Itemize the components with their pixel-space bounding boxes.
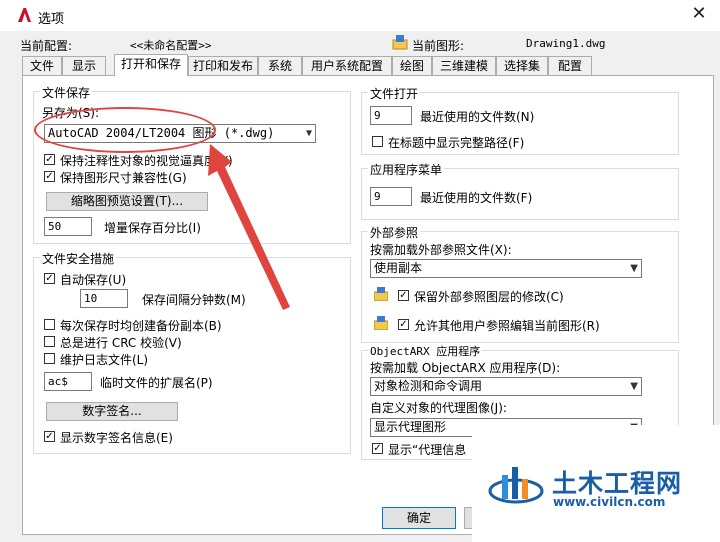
recent-files-label: 最近使用的文件数(N): [420, 110, 535, 124]
crc-check-checkbox[interactable]: [44, 336, 55, 347]
recent-files-input[interactable]: 9: [370, 106, 412, 125]
app-menu-recent-input[interactable]: 9: [370, 187, 412, 206]
log-file-checkbox[interactable]: [44, 353, 55, 364]
tab-3d-modeling[interactable]: 三维建模: [432, 56, 496, 75]
file-save-title: 文件保存: [40, 84, 93, 101]
full-path-checkbox[interactable]: [372, 136, 383, 147]
autosave-minutes-input[interactable]: 10: [80, 289, 128, 308]
tab-user-preferences[interactable]: 用户系统配置: [302, 56, 392, 75]
temp-extension-label: 临时文件的扩展名(P): [100, 376, 213, 390]
thumbnail-preview-button[interactable]: 缩略图预览设置(T)...: [46, 192, 208, 211]
app-menu-group: 应用程序菜单 9 最近使用的文件数(F): [361, 161, 679, 220]
crc-check-label: 总是进行 CRC 校验(V): [60, 336, 182, 350]
drawing-file-icon: [374, 316, 388, 330]
tab-profiles[interactable]: 配置: [548, 56, 592, 75]
arx-demand-load-label: 按需加载 ObjectARX 应用程序(D):: [370, 361, 561, 375]
tab-files[interactable]: 文件: [22, 56, 62, 75]
chevron-down-icon: ▼: [305, 128, 312, 139]
retain-xref-changes-checkbox[interactable]: ✓: [398, 290, 409, 301]
autosave-minutes-label: 保存间隔分钟数(M): [142, 293, 246, 307]
full-path-label: 在标题中显示完整路径(F): [388, 136, 525, 150]
file-open-title: 文件打开: [368, 85, 421, 102]
tab-display[interactable]: 显示: [62, 56, 106, 75]
app-menu-recent-label: 最近使用的文件数(F): [420, 191, 533, 205]
maintain-drawing-size-checkbox[interactable]: ✓: [44, 171, 55, 182]
current-drawing-label: 当前图形:: [412, 39, 465, 53]
current-drawing-value: Drawing1.dwg: [526, 37, 606, 50]
tab-selection[interactable]: 选择集: [496, 56, 548, 75]
window-title: 选项: [38, 12, 65, 27]
file-safety-group: 文件安全措施 ✓ 自动保存(U) 10 保存间隔分钟数(M) 每次保存时均创建备…: [33, 250, 351, 454]
xref-demand-load-label: 按需加载外部参照文件(X):: [370, 243, 512, 257]
tab-system[interactable]: 系统: [258, 56, 302, 75]
tab-open-and-save[interactable]: 打开和保存: [114, 54, 188, 76]
drawing-file-icon: [374, 287, 388, 301]
backup-copy-label: 每次保存时均创建备份副本(B): [60, 319, 222, 333]
watermark-url: www.civilcn.com: [553, 495, 666, 509]
display-signature-label: 显示数字签名信息(E): [60, 431, 173, 445]
tab-drafting[interactable]: 绘图: [392, 56, 432, 75]
annotation-ellipse: [34, 107, 216, 153]
proxy-images-label: 自定义对象的代理图像(J):: [370, 401, 507, 415]
title-bar: [0, 0, 720, 31]
drawing-file-icon: [392, 35, 408, 50]
current-profile-value: <<未命名配置>>: [130, 39, 212, 52]
xref-group: 外部参照 按需加载外部参照文件(X): 使用副本 ▼ ✓ 保留外部参照图层的修改…: [361, 224, 679, 343]
digital-signatures-button[interactable]: 数字签名...: [46, 402, 178, 421]
backup-copy-checkbox[interactable]: [44, 319, 55, 330]
allow-xref-edit-checkbox[interactable]: ✓: [398, 319, 409, 330]
autosave-label: 自动保存(U): [60, 273, 127, 287]
civilcn-logo-icon: [488, 467, 544, 504]
xref-demand-load-value: 使用副本: [374, 261, 423, 275]
arx-demand-load-value: 对象检测和命令调用: [374, 379, 483, 393]
file-safety-title: 文件安全措施: [40, 250, 117, 267]
xref-title: 外部参照: [368, 224, 421, 241]
tab-plot-and-publish[interactable]: 打印和发布: [188, 56, 258, 75]
display-signature-checkbox[interactable]: ✓: [44, 431, 55, 442]
show-proxy-info-checkbox[interactable]: ✓: [372, 443, 383, 454]
log-file-label: 维护日志文件(L): [60, 353, 149, 367]
retain-xref-changes-label: 保留外部参照图层的修改(C): [414, 290, 564, 304]
maintain-drawing-size-label: 保持图形尺寸兼容性(G): [60, 171, 187, 185]
autocad-logo-icon: [16, 7, 32, 23]
xref-demand-load-select[interactable]: 使用副本 ▼: [370, 259, 642, 278]
autosave-checkbox[interactable]: ✓: [44, 273, 55, 284]
maintain-visual-fidelity-checkbox[interactable]: ✓: [44, 154, 55, 165]
file-open-group: 文件打开 9 最近使用的文件数(N) 在标题中显示完整路径(F): [361, 85, 679, 155]
temp-extension-input[interactable]: ac$: [44, 372, 92, 391]
app-menu-title: 应用程序菜单: [368, 161, 445, 178]
maintain-visual-fidelity-label: 保持注释性对象的视觉逼真度(Y): [60, 154, 233, 168]
chevron-down-icon: ▼: [630, 263, 638, 274]
incremental-save-label: 增量保存百分比(I): [104, 221, 201, 235]
allow-xref-edit-label: 允许其他用户参照编辑当前图形(R): [414, 319, 600, 333]
show-proxy-info-label: 显示“代理信息: [388, 443, 467, 457]
current-profile-label: 当前配置:: [20, 39, 73, 53]
proxy-images-value: 显示代理图形: [374, 420, 447, 434]
ok-button[interactable]: 确定: [382, 507, 456, 529]
incremental-save-input[interactable]: 50: [44, 217, 92, 236]
objectarx-title: ObjectARX 应用程序: [368, 343, 483, 359]
chevron-down-icon: ▼: [630, 381, 638, 392]
close-icon[interactable]: ✕: [688, 3, 710, 25]
arx-demand-load-select[interactable]: 对象检测和命令调用 ▼: [370, 377, 642, 396]
